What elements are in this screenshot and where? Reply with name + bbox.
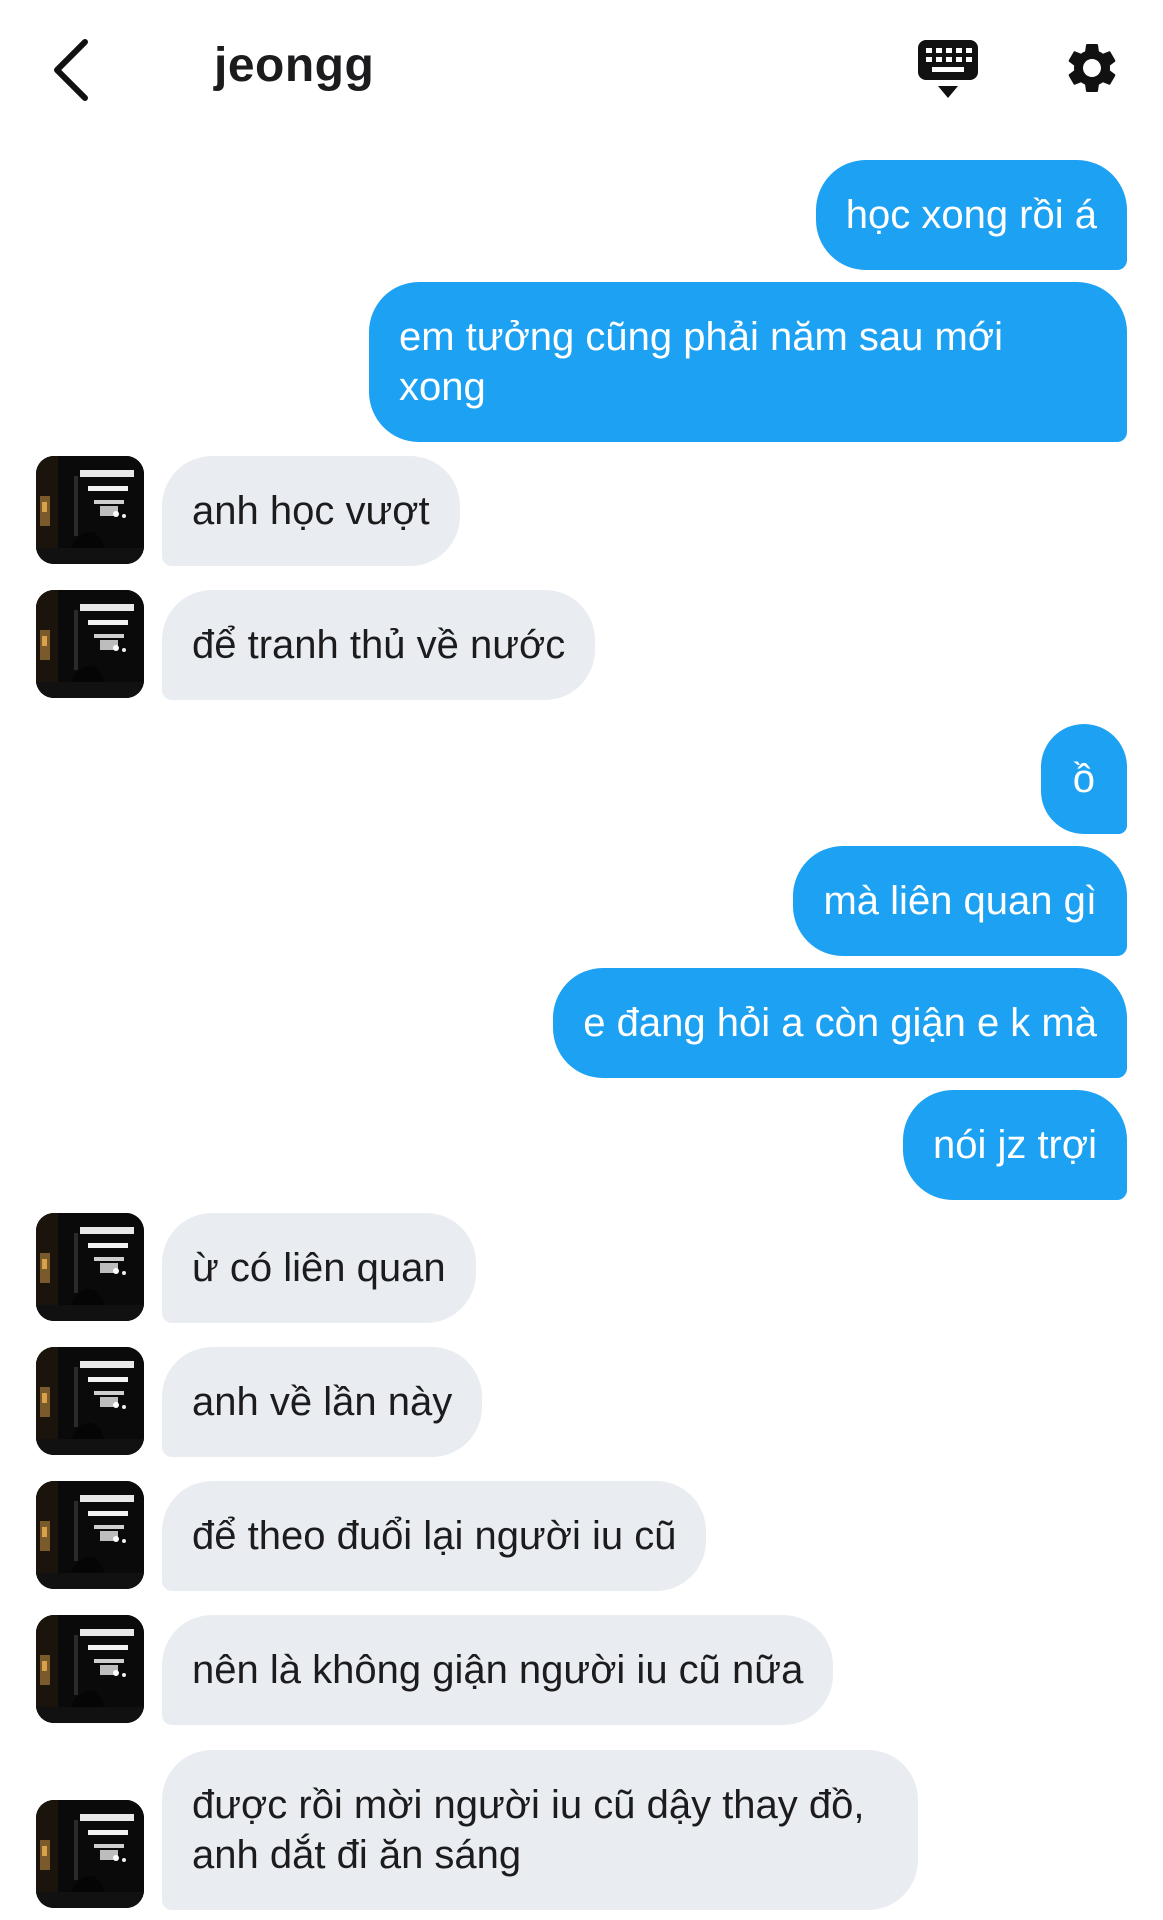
avatar-photo <box>36 1615 144 1723</box>
avatar[interactable] <box>36 590 144 698</box>
avatar[interactable] <box>36 456 144 564</box>
message-bubble-outgoing[interactable]: mà liên quan gì <box>793 846 1127 956</box>
chat-header: jeongg <box>0 0 1163 140</box>
message-bubble-outgoing[interactable]: em tưởng cũng phải năm sau mới xong <box>369 282 1127 442</box>
message-bubble-outgoing[interactable]: học xong rồi á <box>815 160 1127 270</box>
message-bubble-outgoing[interactable]: nói jz trợi <box>902 1090 1127 1200</box>
avatar-photo <box>36 1347 144 1455</box>
avatar[interactable] <box>36 1800 144 1908</box>
message-bubble-outgoing[interactable]: ồ <box>1040 724 1127 834</box>
avatar-photo <box>36 1481 144 1589</box>
message-bubble-incoming[interactable]: anh học vượt <box>162 456 460 566</box>
avatar-photo <box>36 1800 144 1908</box>
message-bubble-incoming[interactable]: để tranh thủ về nước <box>162 590 596 700</box>
settings-button[interactable] <box>1056 32 1128 104</box>
message-bubble-incoming[interactable]: để theo đuổi lại người iu cũ <box>162 1481 707 1591</box>
avatar-photo <box>36 590 144 698</box>
keyboard-button[interactable] <box>912 34 984 106</box>
keyboard-icon <box>918 40 978 98</box>
avatar[interactable] <box>36 1481 144 1589</box>
message-bubble-incoming[interactable]: được rồi mời người iu cũ dậy thay đồ, an… <box>162 1750 918 1910</box>
message-bubble-outgoing[interactable]: e đang hỏi a còn giận e k mà <box>553 968 1127 1078</box>
message-bubble-incoming[interactable]: nên là không giận người iu cũ nữa <box>162 1615 834 1725</box>
back-button[interactable] <box>36 30 106 110</box>
avatar[interactable] <box>36 1213 144 1321</box>
message-bubble-incoming[interactable]: ừ có liên quan <box>162 1213 476 1323</box>
gear-icon <box>1068 43 1116 92</box>
message-bubble-incoming[interactable]: anh về lần này <box>162 1347 483 1457</box>
avatar[interactable] <box>36 1615 144 1723</box>
chevron-left-icon <box>54 39 88 101</box>
conversation-title: jeongg <box>214 39 375 92</box>
avatar-photo <box>36 1213 144 1321</box>
avatar[interactable] <box>36 1347 144 1455</box>
avatar-photo <box>36 456 144 564</box>
